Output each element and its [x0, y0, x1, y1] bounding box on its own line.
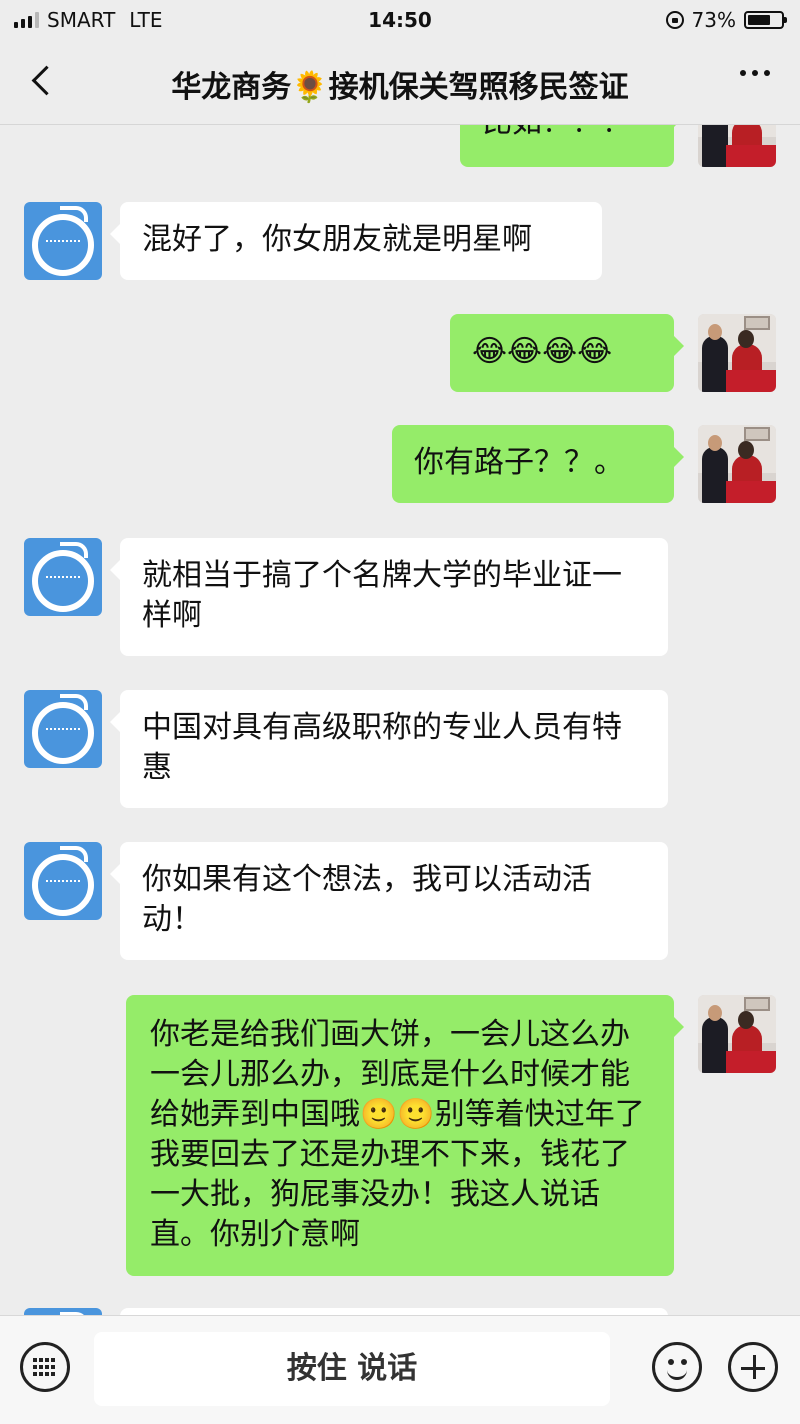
plus-icon[interactable]: [728, 1342, 778, 1392]
message-bubble-outgoing[interactable]: 你有路子？？。: [392, 425, 684, 503]
contact-avatar[interactable]: [24, 202, 102, 280]
my-avatar[interactable]: [698, 995, 776, 1073]
emoji-icon[interactable]: [652, 1342, 702, 1392]
contact-avatar[interactable]: [24, 538, 102, 616]
contact-avatar[interactable]: [24, 1308, 102, 1315]
battery-percent: 73%: [691, 8, 736, 32]
chat-title: 华龙商务🌻接机保关驾照移民签证: [171, 70, 629, 105]
message-bubble-outgoing[interactable]: 😂😂😂😂: [450, 314, 684, 392]
more-options-button[interactable]: [740, 70, 770, 76]
message-bubble-incoming[interactable]: 就相当于搞了个名牌大学的毕业证一样啊: [110, 538, 668, 656]
chat-header: 华龙商务🌻接机保关驾照移民签证: [0, 40, 800, 125]
message-bubble-incoming-partial[interactable]: [120, 1308, 668, 1315]
my-avatar[interactable]: [698, 425, 776, 503]
message-bubble-incoming[interactable]: 混好了，你女朋友就是明星啊: [110, 202, 602, 280]
rotation-lock-icon: [665, 11, 684, 29]
status-right: 73%: [665, 8, 787, 32]
contact-avatar[interactable]: [24, 842, 102, 920]
message-bubble-incoming[interactable]: 中国对具有高级职称的专业人员有特惠: [110, 690, 668, 808]
battery-icon: [744, 11, 787, 29]
contact-avatar[interactable]: [24, 690, 102, 768]
status-bar: SMART LTE 14:50 73%: [0, 0, 800, 40]
message-bubble-outgoing[interactable]: 比如？？？: [460, 125, 684, 167]
input-bar: 按住 说话: [0, 1315, 800, 1424]
battery-fill: [748, 15, 771, 25]
message-bubble-outgoing[interactable]: 你老是给我们画大饼，一会儿这么办一会儿那么办，到底是什么时候才能给她弄到中国哦🙂…: [126, 995, 684, 1276]
hold-to-talk-button[interactable]: 按住 说话: [94, 1332, 610, 1406]
my-avatar[interactable]: [698, 125, 776, 167]
message-bubble-incoming[interactable]: 你如果有这个想法，我可以活动活动！: [110, 842, 668, 960]
keyboard-icon[interactable]: [20, 1342, 70, 1392]
message-list[interactable]: 比如？？？ 混好了，你女朋友就是明星啊 😂😂😂😂 你有路子？？。 就相当于搞了个…: [0, 125, 800, 1315]
my-avatar[interactable]: [698, 314, 776, 392]
